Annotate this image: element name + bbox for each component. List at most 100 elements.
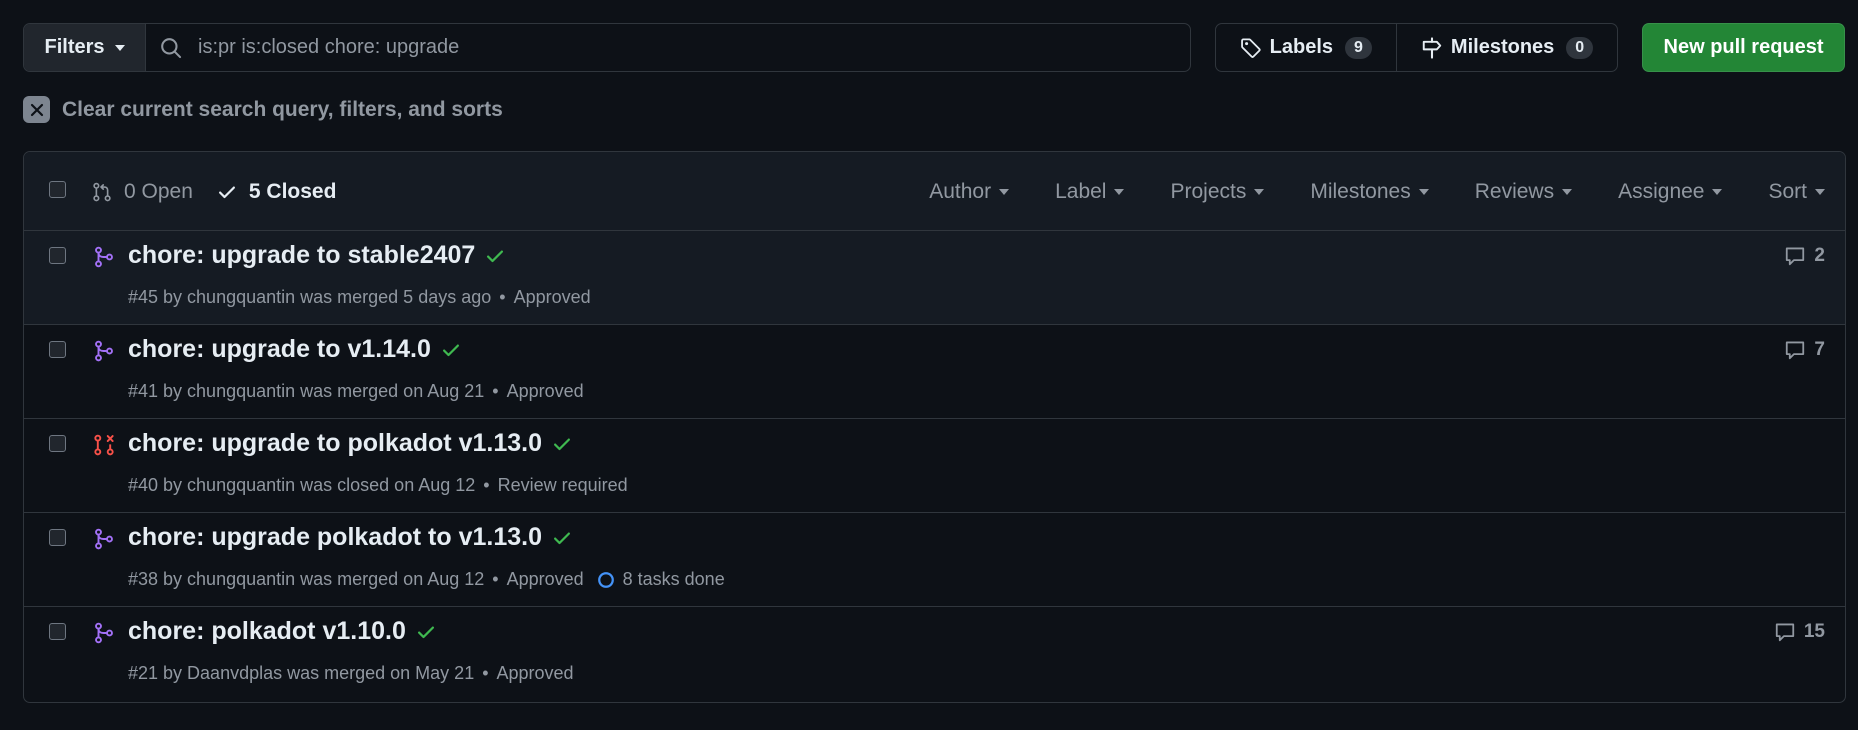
comments-link[interactable]: 7 [1784,339,1825,361]
check-icon [487,250,504,262]
label-filter[interactable]: Label [1055,179,1125,204]
git-pull-request-icon [93,182,111,201]
filter-search-group: Filters [23,23,1191,72]
check-icon [417,626,434,638]
meta-text: #21 by Daanvdplas was merged on May 21 [128,663,475,683]
filters-dropdown-button[interactable]: Filters [24,24,146,71]
check-icon [442,344,459,356]
task-progress-label: 8 tasks done [622,569,725,589]
check-icon [218,186,235,198]
pull-request-title[interactable]: chore: upgrade to polkadot v1.13.0 [128,429,542,458]
sort-filter[interactable]: Sort [1768,180,1825,204]
comment-icon [1786,341,1805,360]
pull-request-title[interactable]: chore: upgrade polkadot to v1.13.0 [128,523,542,552]
label-filter-label: Label [1055,179,1107,203]
meta-text: #45 by chungquantin was merged 5 days ag… [128,287,492,307]
chevron-down-icon [1254,188,1265,195]
reviews-filter-label: Reviews [1474,179,1555,203]
chevron-down-icon [1114,188,1125,195]
row-title-line: chore: upgrade polkadot to v1.13.0 [128,523,572,552]
git-pull-request-closed-icon [94,434,114,456]
projects-filter-label: Projects [1170,179,1247,203]
git-merge-icon [95,622,113,644]
row-checkbox[interactable] [49,623,66,640]
pull-request-title[interactable]: chore: polkadot v1.10.0 [128,617,406,646]
review-status[interactable]: Review required [498,475,628,496]
separator-dot: • [492,381,499,401]
tab-open[interactable]: 0 Open [92,180,193,204]
row-title-line: chore: upgrade to v1.14.0 [128,335,461,364]
select-all-checkbox[interactable] [49,181,66,198]
review-status[interactable]: Approved [507,381,584,402]
labels-label: Labels [1269,36,1334,58]
search-box [146,24,1190,71]
git-merge-icon [95,340,113,362]
clear-filters-label: Clear current search query, filters, and… [62,97,503,121]
pull-request-title[interactable]: chore: upgrade to stable2407 [128,241,475,270]
assignee-filter[interactable]: Assignee [1618,180,1723,204]
pull-request-meta: #38 by chungquantin was merged on Aug 12… [128,569,725,590]
separator-dot: • [482,663,489,683]
meta-text: #38 by chungquantin was merged on Aug 12 [128,569,485,589]
pull-request-meta: #40 by chungquantin was closed on Aug 12… [128,475,628,496]
pull-request-meta: #45 by chungquantin was merged 5 days ag… [128,287,591,308]
row-title-line: chore: upgrade to polkadot v1.13.0 [128,429,572,458]
author-filter-label: Author [929,179,992,203]
pull-request-list: 0 Open 5 Closed Author Label Projects Mi… [23,151,1846,703]
milestones-count-badge: 0 [1566,36,1594,59]
pull-request-row[interactable]: chore: upgrade to v1.14.0 #41 by chungqu… [24,325,1845,419]
row-checkbox[interactable] [49,529,66,546]
chevron-down-icon [1712,188,1723,195]
task-progress-ring-icon [597,571,614,588]
pull-request-row[interactable]: chore: upgrade polkadot to v1.13.0 #38 b… [24,513,1845,607]
new-pull-request-button[interactable]: New pull request [1642,23,1845,72]
milestones-button[interactable]: Milestones 0 [1395,24,1617,71]
labels-button[interactable]: Labels 9 [1216,24,1396,71]
review-status[interactable]: Approved [497,663,574,684]
review-status[interactable]: Approved [514,287,591,308]
state-tabs: 0 Open 5 Closed [92,152,336,231]
pull-request-row[interactable]: chore: upgrade to stable2407 #45 by chun… [24,231,1845,325]
chevron-down-icon [1562,188,1573,195]
row-checkbox[interactable] [49,341,66,358]
chevron-down-icon [1418,188,1429,195]
chevron-down-icon [999,188,1010,195]
pull-request-row[interactable]: chore: upgrade to polkadot v1.13.0 #40 b… [24,419,1845,513]
pull-request-title[interactable]: chore: upgrade to v1.14.0 [128,335,431,364]
pull-request-meta: #41 by chungquantin was merged on Aug 21… [128,381,584,402]
row-checkbox[interactable] [49,247,66,264]
close-icon [23,96,50,123]
pull-request-meta: #21 by Daanvdplas was merged on May 21 •… [128,663,574,684]
check-icon [553,532,570,544]
meta-text: #41 by chungquantin was merged on Aug 21 [128,381,485,401]
tag-icon [1240,37,1261,58]
chevron-down-icon [114,44,125,51]
task-progress[interactable]: 8 tasks done [597,569,725,590]
meta-text: #40 by chungquantin was closed on Aug 12 [128,475,476,495]
separator-dot: • [492,569,499,589]
comment-icon [1786,247,1805,266]
comment-icon [1775,623,1795,642]
filter-bar: Filters Labels 9 Milestones 0 [23,23,1845,72]
projects-filter[interactable]: Projects [1170,179,1265,204]
search-icon [161,37,182,58]
comments-link[interactable]: 2 [1784,245,1825,267]
comments-count: 2 [1814,245,1825,266]
comments-count: 7 [1814,339,1825,360]
comments-link[interactable]: 15 [1774,621,1825,643]
list-filters: Author Label Projects Milestones Reviews… [929,152,1825,231]
git-merge-icon [95,246,113,268]
reviews-filter[interactable]: Reviews [1474,179,1573,204]
review-status[interactable]: Approved [507,569,584,590]
check-icon [553,438,570,450]
pull-request-row[interactable]: chore: polkadot v1.10.0 #21 by Daanvdpla… [24,607,1845,701]
row-title-line: chore: polkadot v1.10.0 [128,617,436,646]
clear-filters-link[interactable]: Clear current search query, filters, and… [23,96,503,123]
tab-open-label: 0 Open [124,179,193,203]
search-input[interactable] [196,35,1190,60]
tab-closed[interactable]: 5 Closed [217,180,336,204]
milestones-filter[interactable]: Milestones [1310,180,1429,204]
milestones-label: Milestones [1450,36,1555,58]
author-filter[interactable]: Author [929,179,1010,204]
row-checkbox[interactable] [49,435,66,452]
